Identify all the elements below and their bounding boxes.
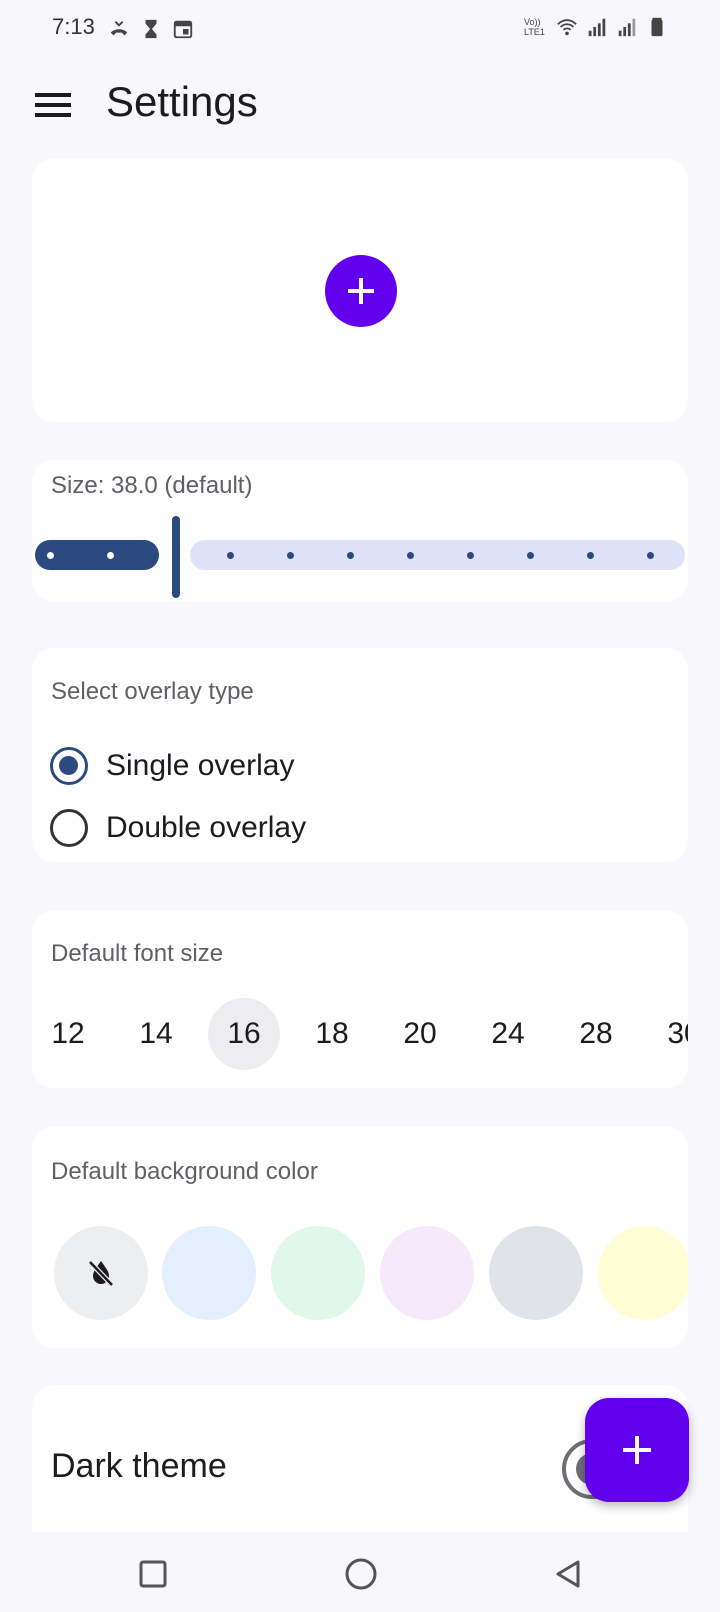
slider-tick [227,552,234,559]
color-swatch-green[interactable] [271,1226,365,1320]
fab-add-button[interactable] [585,1398,689,1502]
back-triangle-icon[interactable] [546,1552,590,1596]
page-title: Settings [106,78,258,125]
signal-icon [588,18,606,37]
font-size-option-selected[interactable]: 16 [208,998,280,1070]
plus-icon [348,278,374,304]
slider-tick [587,552,594,559]
radio-single-overlay[interactable]: Single overlay [50,740,294,792]
overlay-type-label: Select overlay type [51,678,254,705]
font-size-option[interactable]: 14 [120,998,192,1070]
icon-preview-card [32,158,688,422]
color-swatch-gray[interactable] [489,1226,583,1320]
slider-thumb[interactable] [172,516,180,598]
font-size-option[interactable]: 24 [472,998,544,1070]
slider-tick [287,552,294,559]
background-color-card: Default background color [32,1126,688,1348]
system-navigation-bar [0,1532,720,1612]
signal-icon [618,18,636,37]
dark-theme-label: Dark theme [51,1447,227,1485]
slider-tick [527,552,534,559]
plus-icon [623,1436,651,1464]
slider-tick [407,552,414,559]
home-circle-icon[interactable] [339,1552,383,1596]
size-label: Size: 38.0 (default) [51,472,253,499]
volte-icon: Vo)) LTE1 [524,17,545,37]
font-size-option[interactable]: 18 [296,998,368,1070]
status-bar: 7:13 Vo)) LTE1 [0,0,720,60]
status-left-icons [108,18,194,40]
font-size-option[interactable]: 28 [560,998,632,1070]
font-size-label: Default font size [51,940,224,967]
font-size-option[interactable]: 30 [648,998,688,1070]
font-size-option[interactable]: 12 [32,998,104,1070]
slider-tick [347,552,354,559]
slider-tick [107,552,114,559]
font-size-option[interactable]: 20 [384,998,456,1070]
slider-tick [47,552,54,559]
radio-label: Double overlay [106,811,307,844]
missed-call-icon [110,21,128,36]
overlay-type-card: Select overlay type Single overlay Doubl… [32,648,688,862]
hamburger-menu-icon[interactable] [30,82,76,128]
color-swatch-yellow[interactable] [598,1226,688,1320]
app-bar: Settings [0,60,720,152]
size-slider[interactable] [35,516,685,600]
battery-icon [651,17,663,37]
font-size-card: Default font size 12 14 16 18 20 24 28 3… [32,910,688,1088]
size-card: Size: 38.0 (default) [32,460,688,602]
slider-tick [467,552,474,559]
wifi-icon [557,19,577,36]
radio-double-overlay[interactable]: Double overlay [50,802,306,854]
radio-label: Single overlay [106,749,295,782]
no-color-drop-icon [88,1260,114,1287]
recents-square-icon[interactable] [131,1552,175,1596]
color-swatch-none[interactable] [54,1226,148,1320]
radio-button-checked[interactable] [50,747,88,785]
slider-inactive-track [190,540,685,570]
color-swatch-blue[interactable] [162,1226,256,1320]
add-icon-button[interactable] [325,255,397,327]
status-right-icons: Vo)) LTE1 [524,16,668,38]
hourglass-icon [145,19,157,39]
radio-button-unchecked[interactable] [50,809,88,847]
status-time: 7:13 [52,14,95,39]
color-swatch-purple[interactable] [380,1226,474,1320]
slider-tick [647,552,654,559]
calendar-icon [173,20,193,39]
background-color-label: Default background color [51,1158,318,1185]
